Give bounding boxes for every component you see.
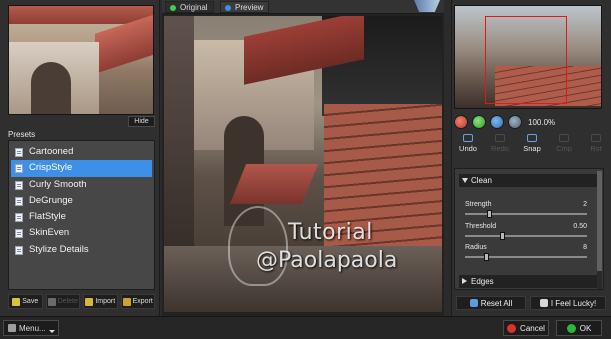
save-icon — [12, 297, 21, 306]
navigator-frame[interactable] — [485, 16, 567, 104]
preset-label: SkinEven — [29, 227, 70, 239]
section-clean-header[interactable]: Clean — [459, 174, 600, 187]
threshold-slider[interactable]: Threshold 0.50 — [465, 223, 587, 243]
preset-buttons: Save Delete Import Export — [8, 294, 155, 310]
fit-icon[interactable] — [490, 115, 504, 129]
history-toolbar: Undo Redo Snap Cmp Rst — [452, 134, 611, 160]
document-icon — [15, 196, 23, 206]
bottom-bar: Menu... Cancel OK — [0, 316, 611, 339]
save-preset-button[interactable]: Save — [8, 294, 43, 309]
collapsed-triangle-icon — [462, 278, 467, 284]
strength-value: 2 — [583, 201, 587, 208]
preset-item[interactable]: DeGrunge — [11, 193, 152, 209]
export-icon — [122, 297, 131, 306]
restore-button[interactable]: Rst — [582, 134, 610, 160]
settings-scrollbar[interactable] — [597, 171, 602, 289]
document-icon — [15, 164, 23, 174]
preset-item[interactable]: Cartooned — [11, 144, 152, 160]
snap-icon — [527, 134, 537, 142]
original-dot-icon — [170, 5, 176, 11]
delete-icon — [47, 297, 56, 306]
import-preset-button[interactable]: Import — [83, 294, 118, 309]
preset-item[interactable]: Curly Smooth — [11, 177, 152, 193]
preview-area: Original Preview Tutorial @Paolapaola — [162, 0, 444, 316]
actual-size-icon[interactable] — [508, 115, 522, 129]
zoom-controls: 100.0% — [454, 114, 555, 130]
preset-label: CrispStyle — [29, 162, 73, 174]
reset-icon — [469, 299, 478, 307]
redo-button[interactable]: Redo — [486, 134, 514, 160]
radius-value: 8 — [583, 244, 587, 251]
document-icon — [15, 180, 23, 190]
tab-original[interactable]: Original — [165, 1, 214, 13]
zoom-level: 100.0% — [528, 117, 556, 127]
zoom-out-icon[interactable] — [454, 115, 468, 129]
preset-item-selected[interactable]: CrispStyle — [11, 160, 152, 177]
import-icon — [85, 297, 94, 306]
document-icon — [15, 229, 23, 239]
document-icon — [15, 148, 23, 157]
preset-item[interactable]: FlatStyle — [11, 209, 152, 225]
hide-button[interactable]: Hide — [128, 116, 155, 127]
cancel-button[interactable]: Cancel — [503, 320, 549, 336]
snap-button[interactable]: Snap — [518, 134, 546, 160]
presets-list: Cartooned CrispStyle Curly Smooth DeGrun… — [8, 140, 155, 290]
slider-handle[interactable] — [483, 253, 489, 261]
preset-label: Cartooned — [29, 146, 74, 157]
watermark-text: Tutorial — [288, 220, 373, 245]
feel-lucky-button[interactable]: I Feel Lucky! — [530, 296, 606, 310]
preset-label: Curly Smooth — [29, 178, 87, 190]
compare-button[interactable]: Cmp — [550, 134, 578, 160]
undo-icon — [463, 134, 473, 142]
scrollbar-thumb[interactable] — [597, 171, 602, 271]
watermark-flourish — [228, 206, 288, 286]
navigator-thumbnail[interactable] — [454, 5, 602, 109]
document-icon — [15, 213, 23, 223]
view-tabs: Original Preview — [162, 0, 444, 14]
wrench-icon — [8, 324, 16, 332]
original-thumbnail — [8, 5, 154, 115]
redo-icon — [495, 134, 505, 142]
brand-logo — [414, 0, 440, 12]
expand-triangle-icon — [462, 178, 468, 183]
document-icon — [15, 245, 23, 255]
zoom-in-icon[interactable] — [472, 115, 486, 129]
ok-icon — [566, 323, 576, 333]
export-preset-button[interactable]: Export — [120, 294, 155, 309]
preview-canvas[interactable]: Tutorial @Paolapaola — [164, 16, 442, 312]
preview-dot-icon — [225, 5, 231, 11]
preset-item[interactable]: Stylize Details — [11, 242, 152, 258]
delete-preset-button[interactable]: Delete — [45, 294, 80, 309]
preset-label: DeGrunge — [29, 194, 73, 206]
preset-label: Stylize Details — [29, 243, 89, 255]
ok-button[interactable]: OK — [556, 320, 602, 336]
strength-slider[interactable]: Strength 2 — [465, 201, 587, 221]
compare-icon — [559, 134, 569, 142]
preset-item[interactable]: SkinEven — [11, 225, 152, 241]
radius-slider[interactable]: Radius 8 — [465, 244, 587, 264]
section-edges-header[interactable]: Edges — [459, 275, 600, 288]
restore-icon — [591, 134, 601, 142]
cancel-icon — [507, 323, 517, 333]
reset-all-button[interactable]: Reset All — [456, 296, 526, 310]
right-panel: 100.0% Undo Redo Snap Cmp Rst Clean Stre… — [451, 0, 611, 316]
slider-handle[interactable] — [487, 210, 493, 218]
menu-button[interactable]: Menu... — [3, 320, 59, 336]
left-panel: Hide Presets Cartooned CrispStyle Curly … — [0, 0, 160, 316]
preset-label: FlatStyle — [29, 211, 66, 223]
settings-panel: Clean Strength 2 Threshold 0.50 Radius 8… — [454, 168, 604, 290]
chevron-down-icon — [49, 330, 55, 333]
slider-handle[interactable] — [499, 232, 505, 240]
presets-label: Presets — [8, 130, 36, 139]
threshold-value: 0.50 — [573, 223, 587, 230]
undo-button[interactable]: Undo — [454, 134, 482, 160]
dice-icon — [539, 299, 548, 307]
watermark-text: @Paolapaola — [256, 248, 398, 273]
tab-preview[interactable]: Preview — [220, 1, 270, 13]
